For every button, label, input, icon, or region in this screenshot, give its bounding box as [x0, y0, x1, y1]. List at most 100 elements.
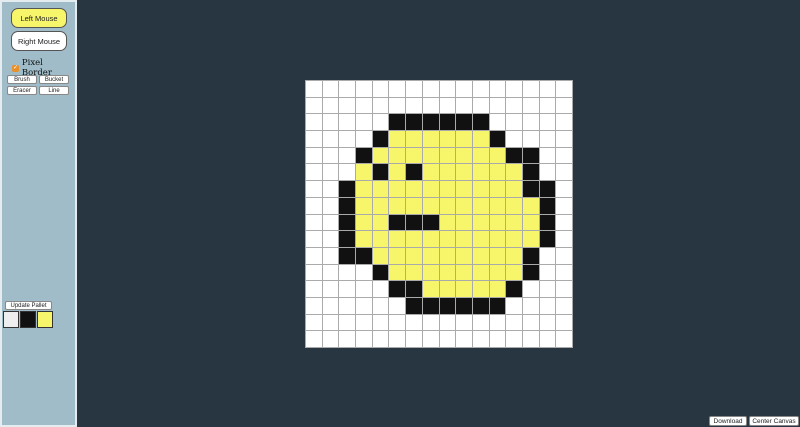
pixel-cell[interactable]	[456, 131, 472, 147]
pixel-cell[interactable]	[406, 147, 422, 164]
pixel-cell[interactable]	[339, 281, 356, 297]
pixel-cell[interactable]	[472, 197, 489, 214]
pixel-cell[interactable]	[472, 297, 489, 314]
pixel-cell[interactable]	[506, 97, 522, 114]
pixel-cell[interactable]	[556, 281, 572, 297]
pixel-cell[interactable]	[539, 314, 556, 331]
pixel-cell[interactable]	[339, 314, 356, 331]
pixel-cell[interactable]	[422, 331, 439, 347]
pixel-cell[interactable]	[472, 214, 489, 231]
pixel-cell[interactable]	[372, 297, 389, 314]
pixel-cell[interactable]	[356, 231, 372, 247]
bucket-button[interactable]: Bucket	[39, 75, 69, 84]
pixel-cell[interactable]	[539, 81, 556, 97]
pixel-cell[interactable]	[356, 164, 372, 181]
pixel-cell[interactable]	[306, 314, 322, 331]
pixel-cell[interactable]	[522, 147, 539, 164]
pixel-cell[interactable]	[339, 231, 356, 247]
pixel-cell[interactable]	[539, 114, 556, 131]
pixel-cell[interactable]	[489, 131, 506, 147]
pixel-cell[interactable]	[406, 197, 422, 214]
pixel-cell[interactable]	[506, 314, 522, 331]
pixel-cell[interactable]	[506, 81, 522, 97]
pixel-cell[interactable]	[522, 247, 539, 264]
pixel-cell[interactable]	[356, 264, 372, 281]
pixel-cell[interactable]	[522, 181, 539, 197]
right-mouse-button[interactable]: Right Mouse	[11, 31, 67, 51]
pixel-cell[interactable]	[306, 297, 322, 314]
pixel-cell[interactable]	[539, 181, 556, 197]
pixel-cell[interactable]	[322, 297, 339, 314]
pixel-cell[interactable]	[306, 114, 322, 131]
pixel-cell[interactable]	[389, 297, 406, 314]
pixel-cell[interactable]	[439, 314, 456, 331]
pixel-cell[interactable]	[306, 264, 322, 281]
pixel-cell[interactable]	[339, 331, 356, 347]
pixel-cell[interactable]	[356, 247, 372, 264]
pixel-cell[interactable]	[539, 297, 556, 314]
pixel-cell[interactable]	[506, 164, 522, 181]
pixel-cell[interactable]	[556, 181, 572, 197]
pixel-cell[interactable]	[422, 81, 439, 97]
pixel-cell[interactable]	[489, 331, 506, 347]
pixel-cell[interactable]	[506, 281, 522, 297]
pixel-cell[interactable]	[406, 214, 422, 231]
checkbox-icon[interactable]: ✓	[12, 64, 19, 72]
pixel-cell[interactable]	[422, 247, 439, 264]
pixel-cell[interactable]	[356, 314, 372, 331]
pixel-cell[interactable]	[372, 97, 389, 114]
pixel-cell[interactable]	[556, 214, 572, 231]
palette-swatch-white[interactable]	[3, 311, 19, 328]
pixel-cell[interactable]	[372, 181, 389, 197]
pixel-cell[interactable]	[522, 214, 539, 231]
pixel-cell[interactable]	[339, 81, 356, 97]
pixel-cell[interactable]	[389, 114, 406, 131]
pixel-cell[interactable]	[506, 131, 522, 147]
pixel-cell[interactable]	[389, 147, 406, 164]
palette-swatch-black[interactable]	[20, 311, 36, 328]
pixel-cell[interactable]	[539, 147, 556, 164]
pixel-cell[interactable]	[456, 331, 472, 347]
pixel-cell[interactable]	[456, 197, 472, 214]
pixel-cell[interactable]	[472, 331, 489, 347]
pixel-cell[interactable]	[506, 214, 522, 231]
pixel-cell[interactable]	[556, 264, 572, 281]
pixel-cell[interactable]	[339, 131, 356, 147]
pixel-cell[interactable]	[522, 314, 539, 331]
pixel-cell[interactable]	[322, 247, 339, 264]
pixel-cell[interactable]	[456, 314, 472, 331]
pixel-cell[interactable]	[339, 114, 356, 131]
pixel-cell[interactable]	[339, 181, 356, 197]
pixel-cell[interactable]	[539, 264, 556, 281]
pixel-cell[interactable]	[439, 297, 456, 314]
pixel-cell[interactable]	[522, 264, 539, 281]
pixel-cell[interactable]	[439, 164, 456, 181]
pixel-cell[interactable]	[406, 264, 422, 281]
pixel-cell[interactable]	[422, 281, 439, 297]
pixel-cell[interactable]	[556, 297, 572, 314]
pixel-cell[interactable]	[489, 81, 506, 97]
pixel-cell[interactable]	[472, 114, 489, 131]
pixel-cell[interactable]	[372, 114, 389, 131]
pixel-cell[interactable]	[489, 231, 506, 247]
pixel-cell[interactable]	[356, 114, 372, 131]
pixel-cell[interactable]	[372, 314, 389, 331]
pixel-cell[interactable]	[472, 314, 489, 331]
pixel-cell[interactable]	[406, 131, 422, 147]
pixel-cell[interactable]	[306, 331, 322, 347]
pixel-cell[interactable]	[456, 264, 472, 281]
pixel-cell[interactable]	[489, 164, 506, 181]
pixel-cell[interactable]	[422, 314, 439, 331]
pixel-cell[interactable]	[389, 314, 406, 331]
pixel-cell[interactable]	[322, 231, 339, 247]
pixel-cell[interactable]	[456, 81, 472, 97]
pixel-cell[interactable]	[439, 214, 456, 231]
pixel-cell[interactable]	[472, 247, 489, 264]
pixel-cell[interactable]	[356, 281, 372, 297]
pixel-cell[interactable]	[472, 164, 489, 181]
pixel-cell[interactable]	[406, 331, 422, 347]
pixel-cell[interactable]	[472, 181, 489, 197]
pixel-cell[interactable]	[372, 247, 389, 264]
pixel-cell[interactable]	[306, 131, 322, 147]
pixel-cell[interactable]	[539, 131, 556, 147]
